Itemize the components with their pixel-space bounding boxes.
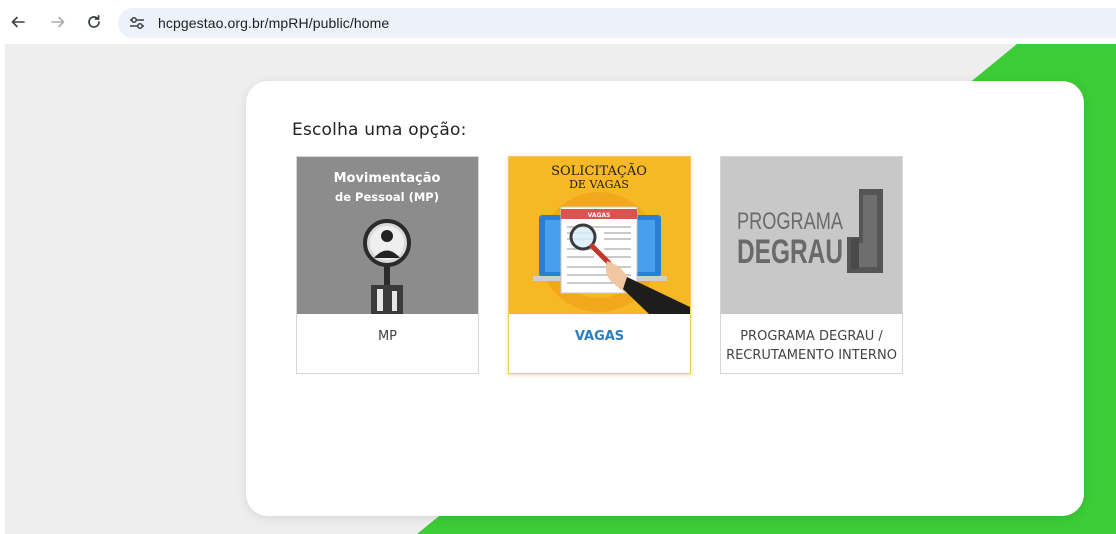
forward-button[interactable] (47, 11, 69, 33)
arrow-left-icon (11, 16, 25, 28)
reload-icon (88, 14, 100, 28)
degrau-image: PROGRAMA DEGRAU (721, 157, 902, 314)
back-button[interactable] (7, 11, 29, 33)
option-mp-label: MP (377, 329, 398, 344)
vagas-image-text-1: SOLICITAÇÃO (551, 163, 647, 179)
option-programa-degrau-label-line-2: RECRUTAMENTO INTERNO (726, 348, 897, 363)
vagas-badge: VAGAS (588, 212, 611, 219)
option-programa-degrau-label-line-1: PROGRAMA DEGRAU / (740, 329, 883, 344)
site-info-button[interactable] (126, 13, 148, 33)
option-programa-degrau[interactable]: PROGRAMA DEGRAU PROGRAMA DEGRAU / RECRUT… (720, 156, 903, 374)
option-vagas[interactable]: SOLICITAÇÃO DE VAGAS VAGAS VAGAS (508, 156, 691, 374)
degrau-image-text-1: PROGRAMA (737, 208, 843, 235)
address-bar[interactable]: hcpgestao.org.br/mpRH/public/home (118, 8, 1116, 38)
option-programa-degrau-label: PROGRAMA DEGRAU / RECRUTAMENTO INTERNO (721, 327, 902, 365)
reload-button[interactable] (83, 11, 105, 33)
vagas-image: SOLICITAÇÃO DE VAGAS VAGAS (509, 157, 690, 314)
tune-icon (130, 17, 144, 29)
option-mp[interactable]: Movimentação de Pessoal (MP) MP (296, 156, 479, 374)
browser-toolbar: hcpgestao.org.br/mpRH/public/home (0, 0, 1116, 44)
url-text[interactable]: hcpgestao.org.br/mpRH/public/home (158, 15, 389, 31)
options-card: Escolha uma opção: Movimentação de Pesso… (246, 81, 1084, 516)
arrow-right-icon (51, 16, 65, 28)
mp-image-text-1: Movimentação (334, 171, 441, 186)
mp-image-text-2: de Pessoal (MP) (335, 190, 439, 204)
mp-image: Movimentação de Pessoal (MP) (297, 157, 478, 314)
vagas-image-text-2: DE VAGAS (569, 178, 629, 191)
page-viewport: Escolha uma opção: Movimentação de Pesso… (5, 44, 1116, 534)
page-title: Escolha uma opção: (292, 120, 467, 140)
option-vagas-label: VAGAS (574, 329, 625, 344)
degrau-image-text-2: DEGRAU (737, 233, 843, 271)
